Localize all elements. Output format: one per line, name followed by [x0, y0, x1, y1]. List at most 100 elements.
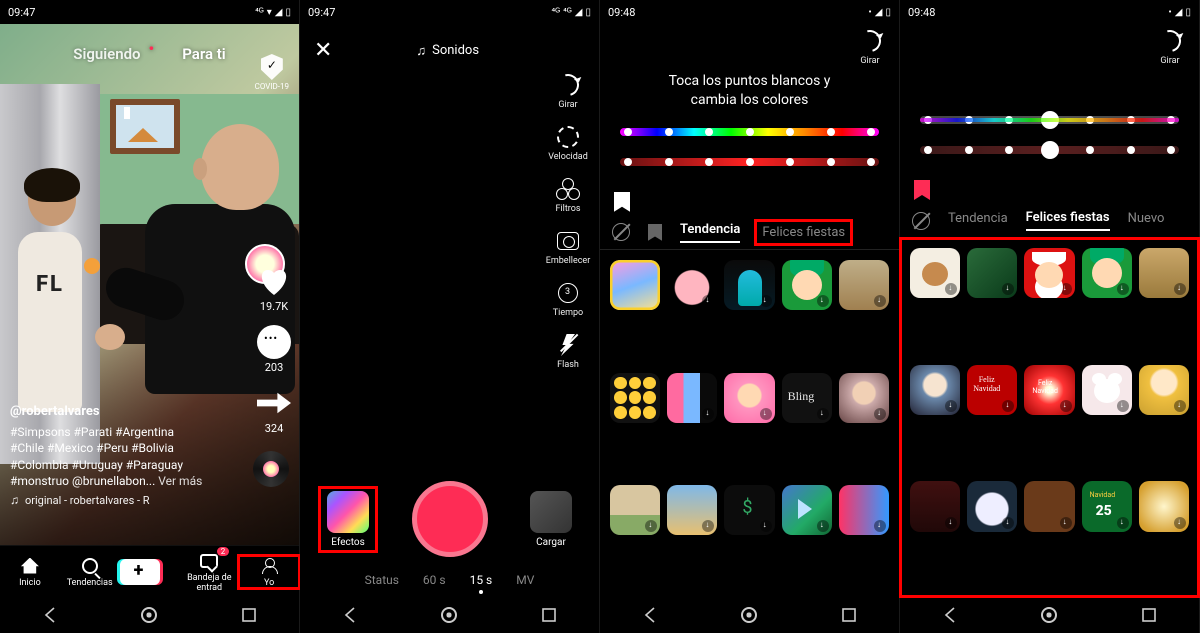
download-icon	[817, 295, 829, 307]
status-bar: 09:48 •◢▯	[900, 0, 1199, 24]
nav-home[interactable]: Inicio	[0, 556, 60, 588]
comment-button[interactable]: 203	[257, 325, 291, 374]
covid-badge[interactable]: COVID-19	[255, 54, 289, 91]
effect-thumb[interactable]	[1024, 481, 1074, 531]
effect-thumb[interactable]	[910, 365, 960, 415]
record-button[interactable]	[412, 481, 488, 557]
tab-holidays[interactable]: Felices fiestas	[758, 223, 849, 242]
nav-back[interactable]	[341, 606, 359, 624]
effect-thumb[interactable]	[610, 260, 660, 310]
slider-knob[interactable]	[1041, 111, 1059, 129]
speed-button[interactable]: Velocidad	[543, 124, 593, 162]
nav-home-btn[interactable]	[441, 607, 457, 623]
effect-thumb[interactable]	[724, 373, 774, 423]
effects-tabs: Tendencia Felices fiestas Nuevo	[900, 204, 1199, 238]
nav-back[interactable]	[941, 606, 959, 624]
nav-home-btn[interactable]	[1041, 607, 1057, 623]
comment-icon	[257, 325, 291, 359]
upload-button[interactable]: Cargar	[521, 491, 581, 548]
like-count: 19.7K	[260, 300, 288, 313]
effects-button[interactable]: Efectos	[318, 486, 378, 553]
mode-mv[interactable]: MV	[516, 573, 534, 587]
effect-thumb[interactable]	[1024, 248, 1074, 298]
tab-trend[interactable]: Tendencia	[680, 222, 740, 243]
saturation-slider[interactable]	[620, 158, 879, 166]
hue-slider[interactable]	[920, 116, 1179, 124]
feed-viewport[interactable]: FL Siguiendo • Para ti COVID-19 19.7K 20…	[0, 24, 299, 545]
nav-recents[interactable]	[540, 606, 558, 624]
no-effect-button[interactable]	[612, 223, 630, 241]
see-more[interactable]: Ver más	[158, 474, 202, 488]
nav-recents[interactable]	[1140, 606, 1158, 624]
effect-thumb[interactable]	[910, 481, 960, 531]
effect-thumb[interactable]	[724, 260, 774, 310]
nav-back[interactable]	[641, 606, 659, 624]
filters-icon	[556, 178, 580, 200]
effect-thumb[interactable]	[667, 485, 717, 535]
effect-thumb[interactable]	[782, 485, 832, 535]
flip-button[interactable]: Girar	[1149, 28, 1191, 66]
effect-thumb[interactable]	[610, 373, 660, 423]
download-icon	[1060, 283, 1072, 295]
nav-home-btn[interactable]	[141, 607, 157, 623]
saturation-slider[interactable]	[920, 146, 1179, 154]
effect-thumb[interactable]	[967, 365, 1017, 415]
filters-button[interactable]: Filtros	[543, 176, 593, 214]
effect-thumb[interactable]	[1082, 481, 1132, 531]
effect-thumb[interactable]	[667, 373, 717, 423]
effect-thumb[interactable]	[782, 373, 832, 423]
mode-60s[interactable]: 60 s	[423, 573, 446, 587]
effect-thumb[interactable]	[1139, 365, 1189, 415]
tab-holidays[interactable]: Felices fiestas	[1026, 210, 1110, 231]
effect-thumb[interactable]	[839, 260, 889, 310]
effect-thumb[interactable]	[1139, 248, 1189, 298]
sounds-button[interactable]: ♫ Sonidos	[416, 43, 479, 59]
sound-disc[interactable]	[253, 451, 289, 487]
bookmark-icon[interactable]	[614, 192, 630, 212]
bookmark-icon[interactable]	[914, 180, 930, 200]
effects-panel: Tendencia Felices fiestas	[600, 192, 899, 597]
nav-trends[interactable]: Tendencias	[60, 556, 120, 588]
effect-thumb[interactable]	[724, 485, 774, 535]
like-button[interactable]: 19.7K	[257, 264, 291, 313]
nav-create[interactable]	[120, 559, 180, 585]
nav-back[interactable]	[41, 606, 59, 624]
hue-slider[interactable]	[620, 128, 879, 136]
share-button[interactable]: 324	[257, 386, 291, 435]
nav-recents[interactable]	[840, 606, 858, 624]
nav-home-btn[interactable]	[741, 607, 757, 623]
favorites-tab[interactable]	[648, 224, 662, 241]
beauty-button[interactable]: Embellecer	[543, 228, 593, 266]
mode-15s[interactable]: 15 s	[470, 573, 493, 587]
effect-thumb[interactable]	[1082, 248, 1132, 298]
effect-thumb[interactable]	[839, 485, 889, 535]
effect-thumb[interactable]	[967, 481, 1017, 531]
flip-button[interactable]: Girar	[543, 72, 593, 110]
effect-thumb[interactable]	[839, 373, 889, 423]
tab-for-you[interactable]: Para ti	[182, 45, 225, 63]
tab-new[interactable]: Nuevo	[1128, 211, 1165, 230]
timer-button[interactable]: Tiempo	[543, 280, 593, 318]
nav-recents[interactable]	[240, 606, 258, 624]
effect-thumb[interactable]	[1082, 365, 1132, 415]
effect-thumb[interactable]	[910, 248, 960, 298]
effect-thumb[interactable]	[782, 260, 832, 310]
effect-thumb[interactable]	[1139, 481, 1189, 531]
effect-thumb[interactable]	[1024, 365, 1074, 415]
username[interactable]: @robertalvares	[10, 403, 229, 421]
effect-thumb[interactable]	[610, 485, 660, 535]
nav-profile[interactable]: Yo	[239, 556, 299, 588]
effect-thumb[interactable]	[667, 260, 717, 310]
nav-inbox[interactable]: 2 Bandeja de entrad	[179, 551, 239, 593]
close-button[interactable]: ✕	[314, 38, 332, 63]
slider-knob[interactable]	[1041, 141, 1059, 159]
flip-button[interactable]: Girar	[849, 28, 891, 66]
caption-block[interactable]: @robertalvares #Simpsons #Parati #Argent…	[10, 403, 229, 489]
sound-row[interactable]: ♫ original - robertalvares - R	[10, 493, 150, 507]
tab-trend[interactable]: Tendencia	[948, 211, 1008, 230]
tab-following[interactable]: Siguiendo	[73, 45, 140, 63]
mode-status[interactable]: Status	[365, 573, 399, 587]
effect-thumb[interactable]	[967, 248, 1017, 298]
flash-button[interactable]: Flash	[543, 332, 593, 370]
no-effect-button[interactable]	[912, 212, 930, 230]
